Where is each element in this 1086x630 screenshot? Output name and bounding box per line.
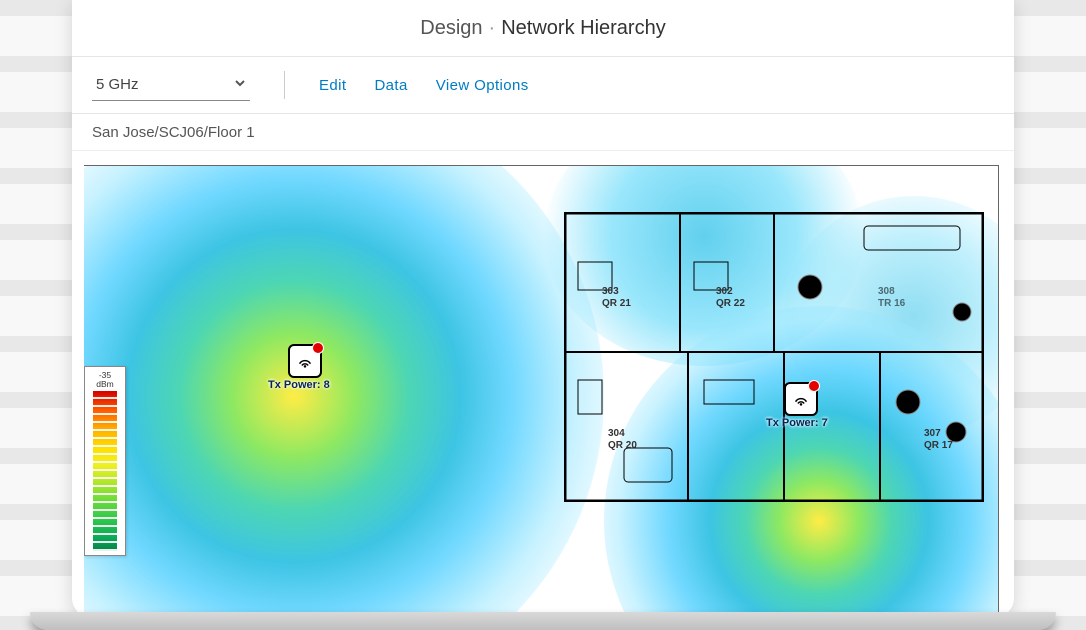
toolbar: 5 GHz Edit Data View Options [72, 57, 1014, 114]
title-sub: Network Hierarchy [501, 17, 665, 40]
title-lead: Design [420, 17, 482, 40]
room-label-308: 308TR 16 [878, 286, 905, 309]
ap-label: Tx Power: 7 [766, 417, 828, 429]
room-label-304: 304QR 20 [608, 428, 637, 451]
device-base [30, 612, 1056, 630]
view-options-link[interactable]: View Options [436, 77, 529, 94]
heatmap-canvas[interactable]: 303QR 21 302QR 22 308TR 16 304QR 20 307Q… [84, 165, 999, 618]
edit-link[interactable]: Edit [319, 77, 346, 94]
device-frame-left [0, 0, 80, 630]
data-link[interactable]: Data [374, 77, 407, 94]
room-label-307: 307QR 17 [924, 428, 953, 451]
ap-marker[interactable] [288, 344, 322, 378]
title-separator: · [489, 17, 496, 40]
ap-status-dot-icon [312, 342, 324, 354]
room-label-303: 303QR 21 [602, 286, 631, 309]
breadcrumb-path: San Jose/SCJ06/Floor 1 [92, 124, 255, 141]
ap-marker[interactable] [784, 382, 818, 416]
band-dropdown[interactable]: 5 GHz [92, 70, 250, 101]
heatmap-canvas-container: 303QR 21 302QR 22 308TR 16 304QR 20 307Q… [72, 151, 1014, 618]
toolbar-divider [284, 71, 285, 99]
legend-color-scale [93, 391, 117, 551]
signal-legend: -35dBm [84, 366, 126, 556]
ap-status-dot-icon [808, 380, 820, 392]
chevron-down-icon [234, 76, 246, 93]
device-frame-right [1006, 0, 1086, 630]
room-label-302: 302QR 22 [716, 286, 745, 309]
legend-top-value: -35dBm [87, 371, 123, 389]
breadcrumb: San Jose/SCJ06/Floor 1 [72, 114, 1014, 151]
heatmap-blob [84, 165, 604, 618]
app-window: Design · Network Hierarchy 5 GHz Edit Da… [72, 0, 1014, 618]
page-title-bar: Design · Network Hierarchy [72, 0, 1014, 57]
band-selected-value: 5 GHz [96, 76, 139, 93]
ap-label: Tx Power: 8 [268, 379, 330, 391]
